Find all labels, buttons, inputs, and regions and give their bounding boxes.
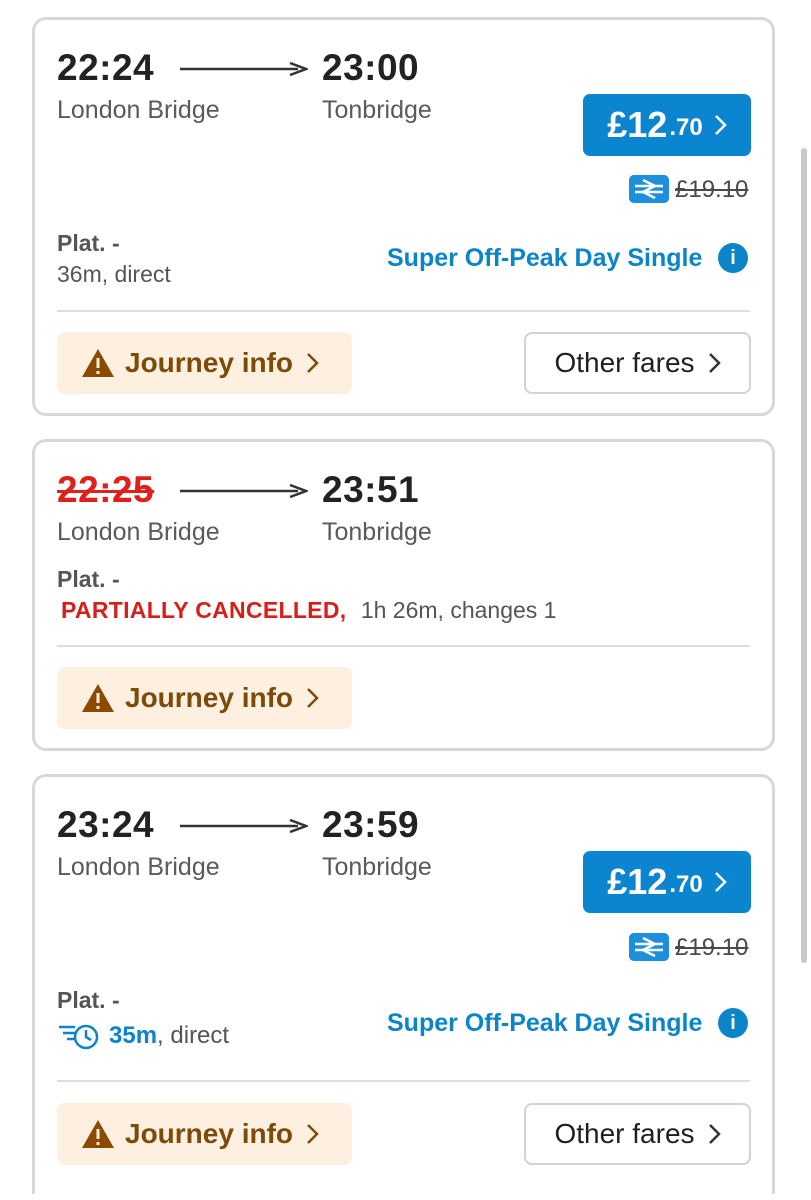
divider xyxy=(57,310,750,312)
platform-and-duration: Plat. - 36m, direct xyxy=(57,228,171,290)
fast-train-clock-icon xyxy=(59,1024,99,1050)
journey-details: 1h 26m, changes 1 xyxy=(360,597,557,623)
journey-info-label: Journey info xyxy=(125,347,294,378)
other-fares-button[interactable]: Other fares xyxy=(524,1103,751,1165)
national-rail-icon xyxy=(629,175,669,203)
arrow-right-icon xyxy=(180,819,308,833)
platform: Plat. - xyxy=(57,985,120,1016)
price-button[interactable]: £12 .70 xyxy=(583,94,751,156)
chevron-right-icon xyxy=(307,688,319,708)
status-cancelled: PARTIALLY CANCELLED, xyxy=(61,597,347,623)
platform-and-status: Plat. - PARTIALLY CANCELLED, 1h 26m, cha… xyxy=(57,564,556,626)
original-price: £19.10 xyxy=(675,176,749,203)
arrival-time: 23:00 xyxy=(322,47,420,88)
warning-icon xyxy=(82,1120,114,1148)
destination-station: Tonbridge xyxy=(322,96,432,124)
price-pounds: £12 xyxy=(607,104,668,145)
arrow-right-icon xyxy=(180,62,308,76)
arrival-time: 23:59 xyxy=(322,804,420,845)
chevron-right-icon xyxy=(708,353,721,373)
journey-info-button[interactable]: Journey info xyxy=(57,1103,352,1165)
platform: Plat. - xyxy=(57,566,120,592)
chevron-right-icon xyxy=(714,115,727,135)
other-fares-button[interactable]: Other fares xyxy=(524,332,751,394)
destination-station: Tonbridge xyxy=(322,853,432,881)
price-pence: .70 xyxy=(669,114,703,141)
journey-card-2[interactable]: 22:25 23:51 London Bridge Tonbridge Plat… xyxy=(32,439,775,751)
other-fares-label: Other fares xyxy=(554,1118,695,1149)
origin-station: London Bridge xyxy=(57,518,220,546)
journey-info-button[interactable]: Journey info xyxy=(57,332,352,394)
arrow-right-icon xyxy=(180,484,308,498)
departure-time: 23:24 xyxy=(57,804,155,845)
info-icon[interactable]: i xyxy=(718,243,748,273)
journey-card-3[interactable]: 23:24 23:59 London Bridge Tonbridge £12 … xyxy=(32,774,775,1194)
warning-icon xyxy=(82,349,114,377)
journey-info-label: Journey info xyxy=(125,1118,294,1149)
journey-info-button[interactable]: Journey info xyxy=(57,667,352,729)
info-icon[interactable]: i xyxy=(718,1008,748,1038)
price-pounds: £12 xyxy=(607,861,668,902)
fast-journey-details: 35m , direct xyxy=(57,1022,229,1050)
destination-station: Tonbridge xyxy=(322,518,432,546)
journey-details: , direct xyxy=(157,1022,230,1049)
price-button[interactable]: £12 .70 xyxy=(583,851,751,913)
national-rail-icon xyxy=(629,933,669,961)
origin-station: London Bridge xyxy=(57,853,220,881)
divider xyxy=(57,645,750,647)
departure-time: 22:24 xyxy=(57,47,155,88)
chevron-right-icon xyxy=(714,872,727,892)
chevron-right-icon xyxy=(708,1124,721,1144)
fast-duration: 35m xyxy=(109,1022,158,1049)
warning-icon xyxy=(82,684,114,712)
journey-details: 36m, direct xyxy=(57,261,171,287)
arrival-time: 23:51 xyxy=(322,469,420,510)
journey-card-1[interactable]: 22:24 23:00 London Bridge Tonbridge £12 … xyxy=(32,17,775,416)
origin-station: London Bridge xyxy=(57,96,220,124)
journey-info-label: Journey info xyxy=(125,682,294,713)
price-pence: .70 xyxy=(669,871,703,898)
divider xyxy=(57,1080,750,1082)
original-price: £19.10 xyxy=(675,934,749,961)
fare-type-label[interactable]: Super Off-Peak Day Single xyxy=(387,1009,702,1038)
departure-time-cancelled: 22:25 xyxy=(57,469,155,510)
platform-label: Plat. - xyxy=(57,987,120,1013)
chevron-right-icon xyxy=(307,353,319,373)
platform: Plat. - xyxy=(57,230,120,256)
chevron-right-icon xyxy=(307,1124,319,1144)
fare-type-label[interactable]: Super Off-Peak Day Single xyxy=(387,244,702,273)
scrollbar[interactable] xyxy=(801,148,807,963)
other-fares-label: Other fares xyxy=(554,347,695,378)
